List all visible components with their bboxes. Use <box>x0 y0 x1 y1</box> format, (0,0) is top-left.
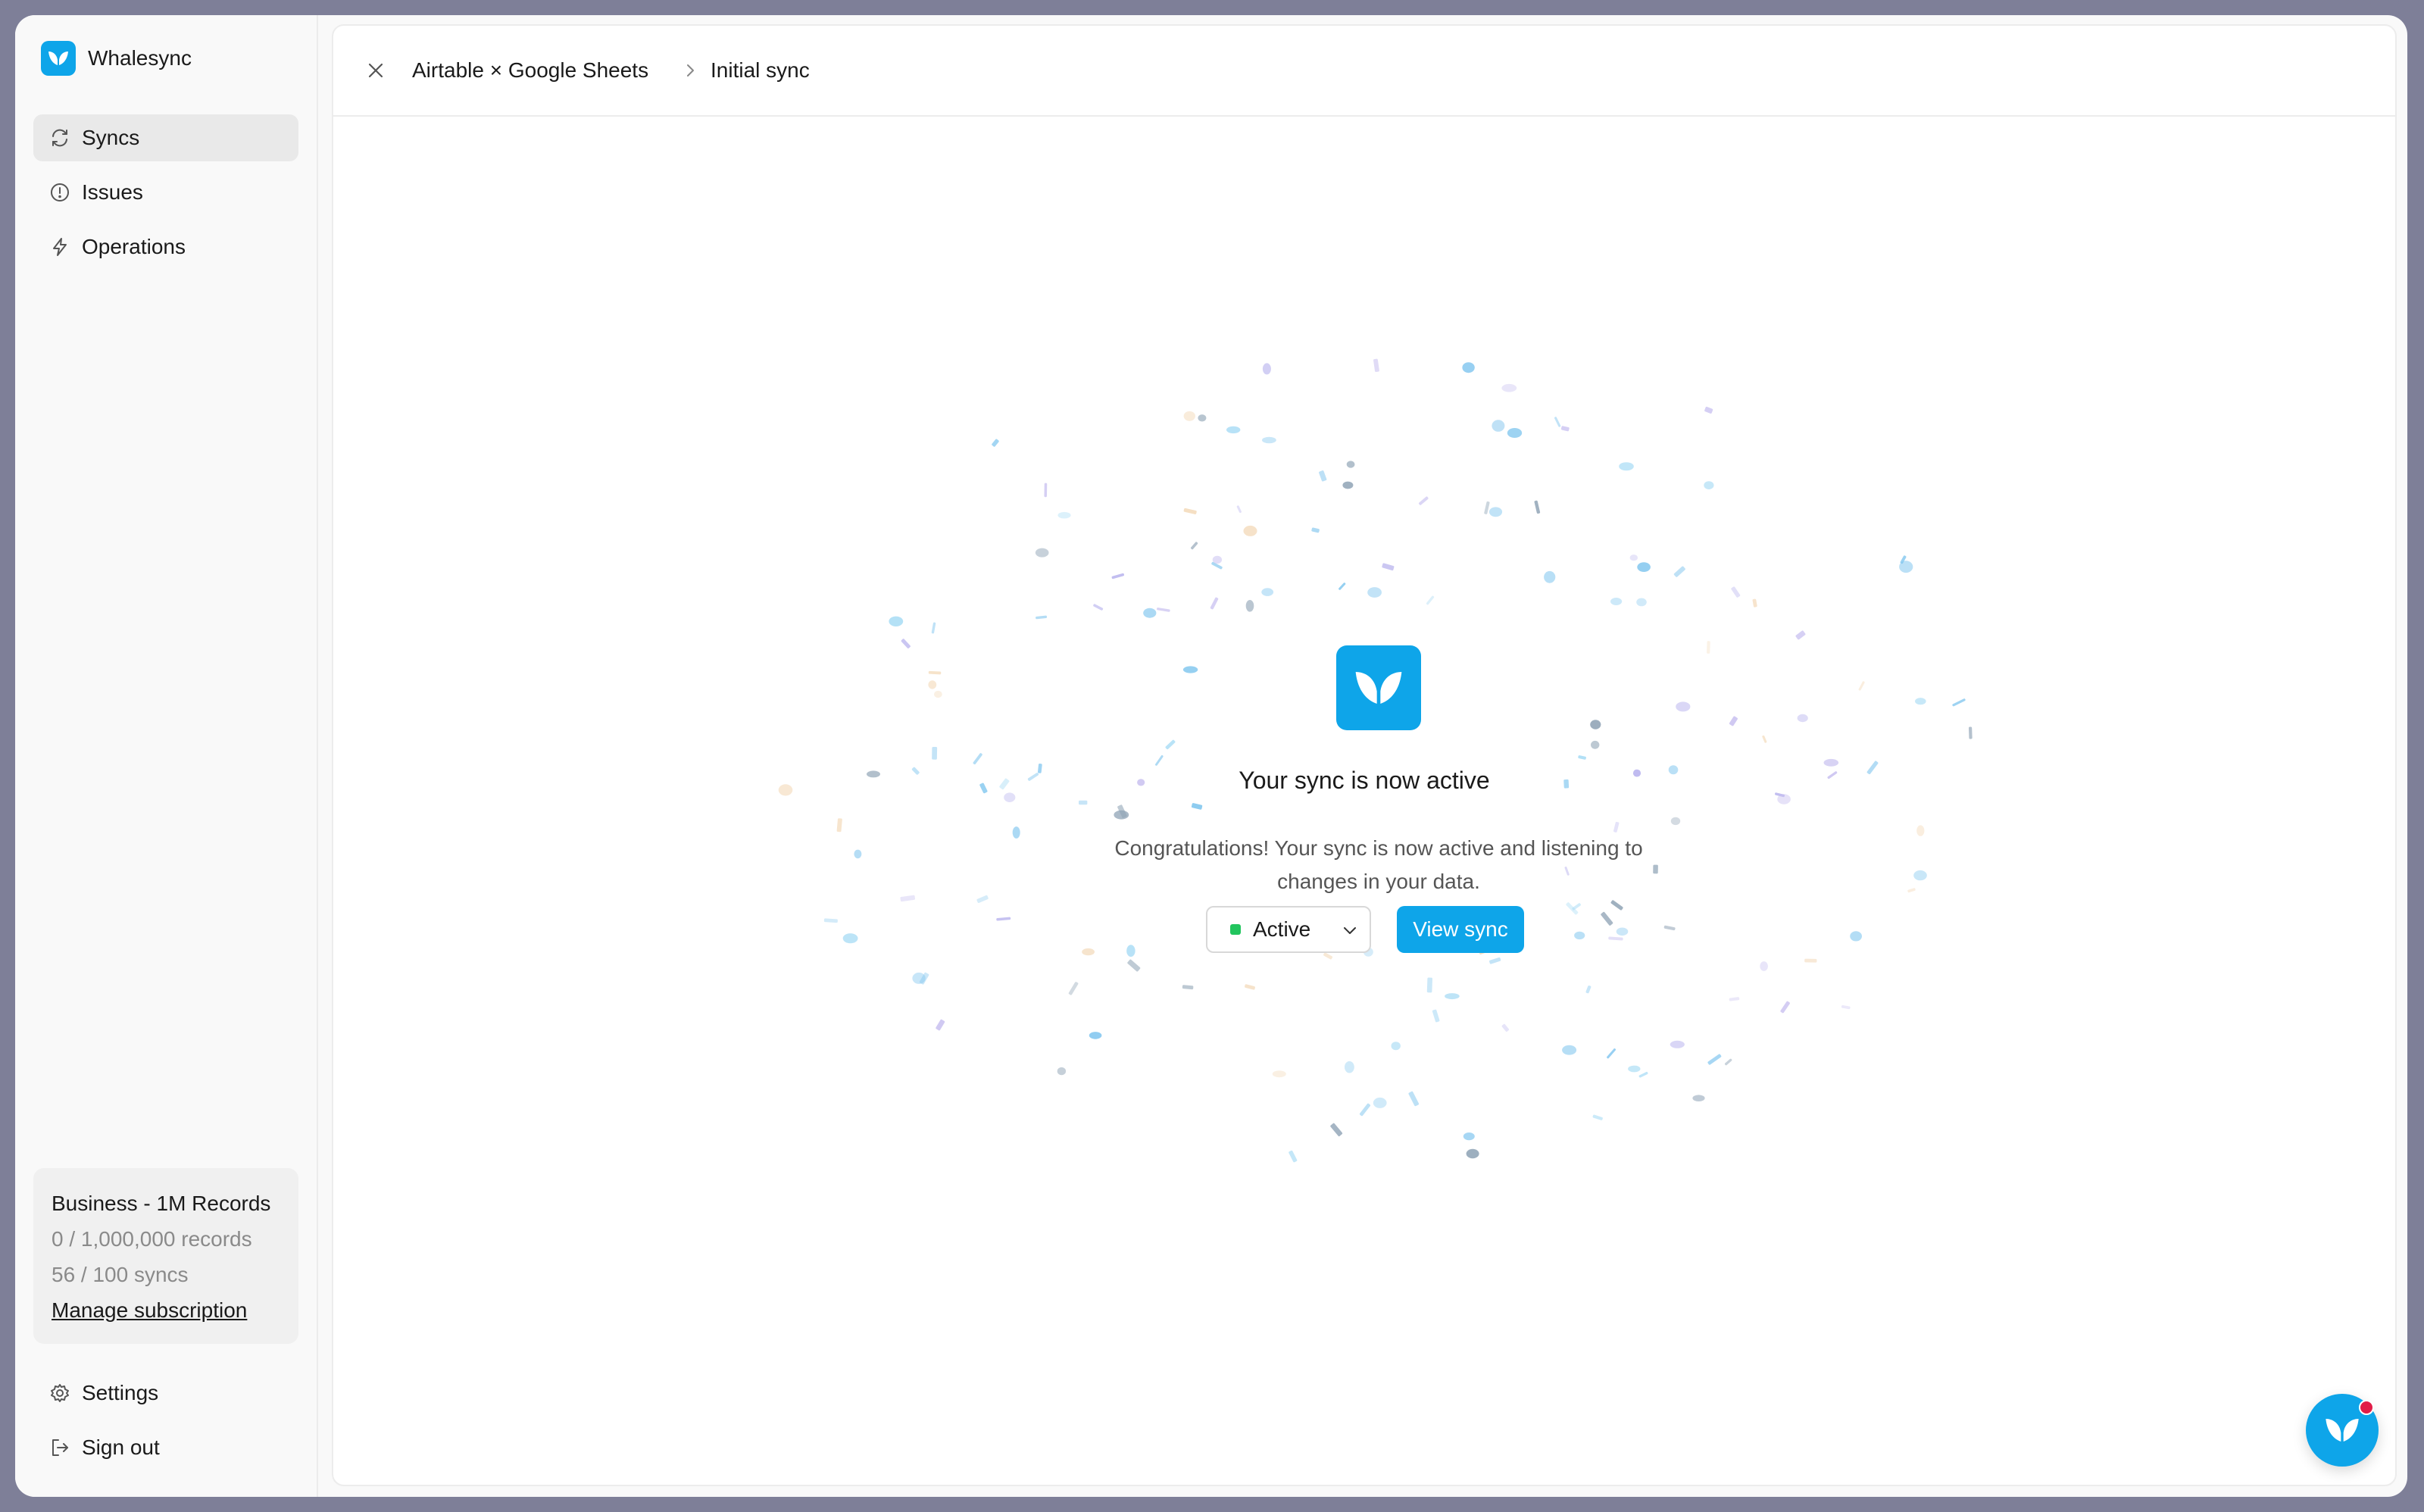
view-sync-button[interactable]: View sync <box>1397 906 1524 953</box>
success-message: Congratulations! Your sync is now active… <box>1114 836 1643 893</box>
sidebar-item-label: Sign out <box>82 1435 160 1459</box>
sidebar-item-issues[interactable]: Issues <box>33 169 298 216</box>
sidebar-nav: Syncs Issues Operations <box>33 114 298 278</box>
plan-syncs-usage: 56 / 100 syncs <box>52 1263 189 1286</box>
sidebar-item-label: Issues <box>82 180 143 204</box>
sidebar-item-label: Syncs <box>82 126 140 149</box>
sidebar-item-settings[interactable]: Settings <box>33 1370 298 1417</box>
plan-title: Business - 1M Records <box>52 1192 271 1215</box>
sync-status-select[interactable]: Active <box>1206 906 1371 953</box>
success-panel: Your sync is now active Congratulations!… <box>333 26 2395 1485</box>
alert-circle-icon <box>48 181 71 204</box>
plan-card: Business - 1M Records 0 / 1,000,000 reco… <box>33 1168 298 1344</box>
notification-dot <box>2359 1400 2374 1415</box>
brand[interactable]: Whalesync <box>41 39 192 77</box>
whalesync-logo-icon <box>41 41 76 76</box>
sidebar-item-label: Operations <box>82 235 186 258</box>
sidebar: Whalesync Syncs Issues Operations Busine… <box>15 15 318 1497</box>
main-panel: Airtable × Google Sheets Initial sync Yo… <box>332 24 2397 1486</box>
sidebar-item-label: Settings <box>82 1381 159 1404</box>
app-name: Whalesync <box>88 46 192 70</box>
sign-out-icon <box>48 1436 71 1459</box>
success-title: Your sync is now active <box>1239 767 1490 794</box>
refresh-icon <box>48 127 71 149</box>
whale-tail-icon <box>2326 1419 2359 1442</box>
whalesync-logo-icon <box>1336 645 1421 730</box>
sidebar-item-syncs[interactable]: Syncs <box>33 114 298 161</box>
gear-icon <box>48 1382 71 1404</box>
status-select-value: Active <box>1253 917 1311 941</box>
app-window: Whalesync Syncs Issues Operations Busine… <box>15 15 2407 1497</box>
lightning-icon <box>48 236 71 258</box>
chat-launcher-button[interactable] <box>2306 1394 2379 1467</box>
sidebar-item-operations[interactable]: Operations <box>33 223 298 270</box>
manage-subscription-link[interactable]: Manage subscription <box>52 1292 280 1329</box>
sidebar-bottom-nav: Settings Sign out <box>33 1370 298 1479</box>
chevron-down-icon <box>1344 927 1356 934</box>
status-indicator-dot <box>1230 924 1241 935</box>
plan-records-usage: 0 / 1,000,000 records <box>52 1227 252 1251</box>
sidebar-item-sign-out[interactable]: Sign out <box>33 1424 298 1471</box>
